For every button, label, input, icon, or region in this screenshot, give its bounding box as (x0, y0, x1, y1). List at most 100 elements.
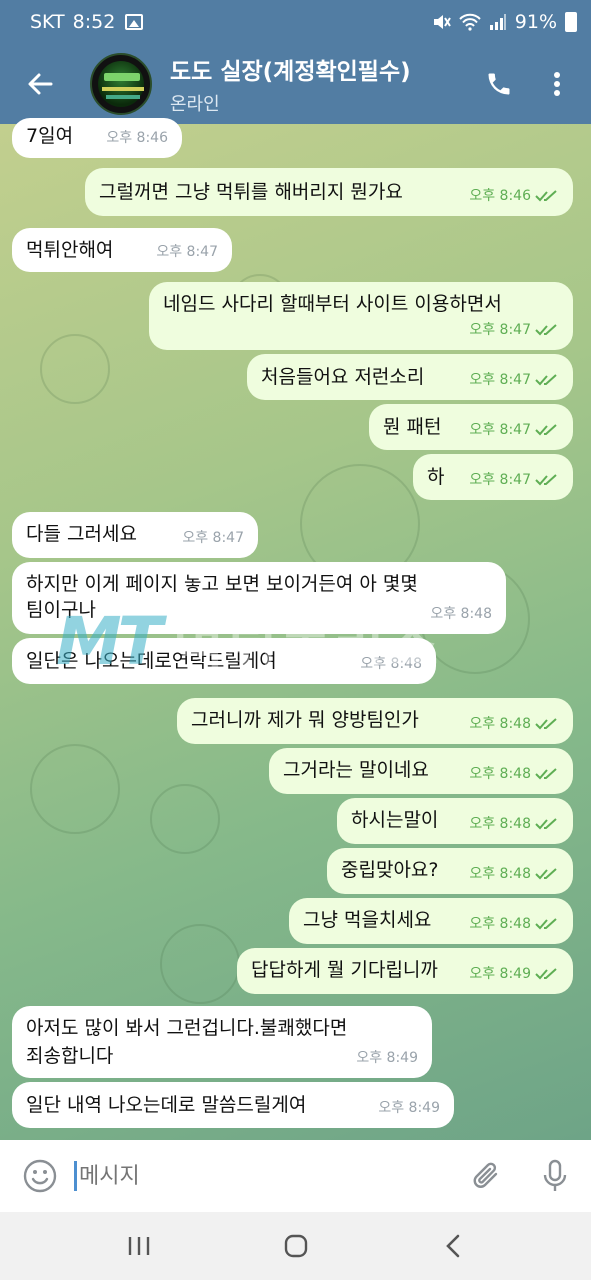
message-incoming[interactable]: 다들 그러세요 오후 8:47 (12, 512, 258, 558)
message-time: 오후 8:47 (469, 422, 531, 438)
message-text-line2: 팀이구나 (26, 599, 96, 621)
message-meta: 오후 8:48 (360, 652, 422, 676)
message-outgoing[interactable]: 뭔 패턴 오후 8:47 (369, 404, 573, 450)
background-doodle (30, 744, 120, 834)
message-meta: 오후 8:48 (469, 712, 559, 736)
message-time: 오후 8:48 (430, 606, 492, 622)
battery-icon (565, 12, 577, 32)
carrier-label: SKT (30, 11, 65, 33)
message-time: 오후 8:48 (469, 866, 531, 882)
message-time: 오후 8:48 (469, 716, 531, 732)
image-notification-icon (125, 14, 144, 30)
mute-icon (433, 15, 451, 29)
wifi-icon (459, 13, 481, 31)
status-right: 91% (431, 11, 577, 33)
message-time: 오후 8:47 (469, 372, 531, 388)
message-meta: 오후 8:48 (469, 862, 559, 886)
message-time: 오후 8:48 (469, 766, 531, 782)
message-meta: 오후 8:48 (469, 812, 559, 836)
avatar[interactable] (90, 53, 152, 115)
back-arrow-icon (28, 73, 53, 95)
message-outgoing[interactable]: 네임드 사다리 할때부터 사이트 이용하면서 오후 8:47 (149, 282, 573, 350)
message-meta: 오후 8:47 (469, 318, 559, 342)
message-incoming[interactable]: 하지만 이게 페이지 놓고 보면 보이거든여 아 몇몇 팀이구나 오후 8:48 (12, 562, 506, 634)
message-meta: 오후 8:47 (182, 526, 244, 550)
message-time: 오후 8:48 (469, 916, 531, 932)
message-time: 오후 8:48 (360, 656, 422, 672)
message-time: 오후 8:46 (106, 130, 168, 146)
read-check-icon (535, 818, 557, 830)
emoji-icon (23, 1159, 57, 1193)
chat-title: 도도 실장(계정확인필수) (170, 59, 411, 85)
system-nav-bar (0, 1212, 591, 1280)
system-back-button[interactable] (423, 1221, 483, 1271)
message-meta: 오후 8:47 (469, 418, 559, 442)
message-time: 오후 8:46 (469, 188, 531, 204)
read-check-icon (535, 324, 557, 336)
message-meta: 오후 8:48 (430, 602, 492, 626)
message-incoming[interactable]: 일단 내역 나오는데로 말씀드릴게여 오후 8:49 (12, 1082, 454, 1128)
message-meta: 오후 8:46 (106, 126, 168, 150)
phone-icon (488, 73, 510, 95)
emoji-button[interactable] (18, 1154, 62, 1198)
status-bar: SKT 8:52 91% (0, 0, 591, 44)
read-check-icon (535, 768, 557, 780)
title-block[interactable]: 도도 실장(계정확인필수) 온라인 (170, 52, 411, 116)
message-text: 네임드 사다리 할때부터 사이트 이용하면서 (163, 293, 502, 315)
signal-icon (489, 14, 506, 30)
message-outgoing[interactable]: 중립맞아요? 오후 8:48 (327, 848, 573, 894)
home-icon (284, 1234, 307, 1258)
message-outgoing[interactable]: 답답하게 뭘 기다립니까 오후 8:49 (237, 948, 573, 994)
message-incoming[interactable]: 일단은 나오는데로연락드릴게여 오후 8:48 (12, 638, 436, 684)
read-check-icon (535, 968, 557, 980)
read-check-icon (535, 868, 557, 880)
recents-button[interactable] (109, 1221, 169, 1271)
message-time: 오후 8:49 (378, 1100, 440, 1116)
message-outgoing[interactable]: 하 오후 8:47 (413, 454, 573, 500)
read-check-icon (535, 190, 557, 202)
message-meta: 오후 8:47 (156, 240, 218, 264)
message-outgoing[interactable]: 그거라는 말이네요 오후 8:48 (269, 748, 573, 794)
more-menu-button[interactable] (535, 62, 579, 106)
message-time: 오후 8:47 (182, 530, 244, 546)
message-meta: 오후 8:49 (378, 1096, 440, 1120)
read-check-icon (535, 424, 557, 436)
back-button[interactable] (20, 64, 60, 104)
more-vert-icon (554, 72, 560, 96)
background-doodle (150, 784, 220, 854)
message-outgoing[interactable]: 하시는말이 오후 8:48 (337, 798, 573, 844)
background-doodle (40, 334, 110, 404)
message-meta: 오후 8:49 (356, 1046, 418, 1070)
online-status: 온라인 (170, 94, 220, 115)
home-button[interactable] (266, 1221, 326, 1271)
message-time: 오후 8:47 (469, 322, 531, 338)
read-check-icon (535, 918, 557, 930)
message-incoming[interactable]: 먹튀안해여 오후 8:47 (12, 228, 232, 272)
message-meta: 오후 8:47 (469, 368, 559, 392)
message-incoming[interactable]: 아저도 많이 봐서 그런겁니다.불쾌했다면 죄송합니다 오후 8:49 (12, 1006, 432, 1078)
message-incoming[interactable]: 7일여 오후 8:46 (12, 118, 182, 158)
message-meta: 오후 8:48 (469, 912, 559, 936)
battery-percent: 91% (514, 11, 557, 33)
message-meta: 오후 8:46 (469, 184, 559, 208)
paperclip-icon (473, 1162, 498, 1188)
message-time: 오후 8:49 (469, 966, 531, 982)
voice-message-button[interactable] (533, 1154, 577, 1198)
background-doodle (160, 924, 240, 1004)
message-composer (0, 1140, 591, 1212)
message-outgoing[interactable]: 그냥 먹을치세요 오후 8:48 (289, 898, 573, 944)
message-outgoing[interactable]: 그럴꺼면 그냥 먹튀를 해버리지 뭔가요 오후 8:46 (85, 168, 573, 216)
message-meta: 오후 8:49 (469, 962, 559, 986)
call-button[interactable] (477, 62, 521, 106)
read-check-icon (535, 474, 557, 486)
read-check-icon (535, 718, 557, 730)
message-outgoing[interactable]: 처음들어요 저런소리 오후 8:47 (247, 354, 573, 400)
message-input[interactable] (74, 1161, 434, 1191)
attach-button[interactable] (465, 1154, 509, 1198)
message-meta: 오후 8:48 (469, 762, 559, 786)
message-outgoing[interactable]: 그러니까 제가 뭐 양방팀인가 오후 8:48 (177, 698, 573, 744)
nav-back-icon (445, 1234, 459, 1258)
message-text: 아저도 많이 봐서 그런겁니다.불쾌했다면 (26, 1017, 348, 1039)
mic-icon (543, 1159, 567, 1191)
message-time: 오후 8:47 (156, 244, 218, 260)
